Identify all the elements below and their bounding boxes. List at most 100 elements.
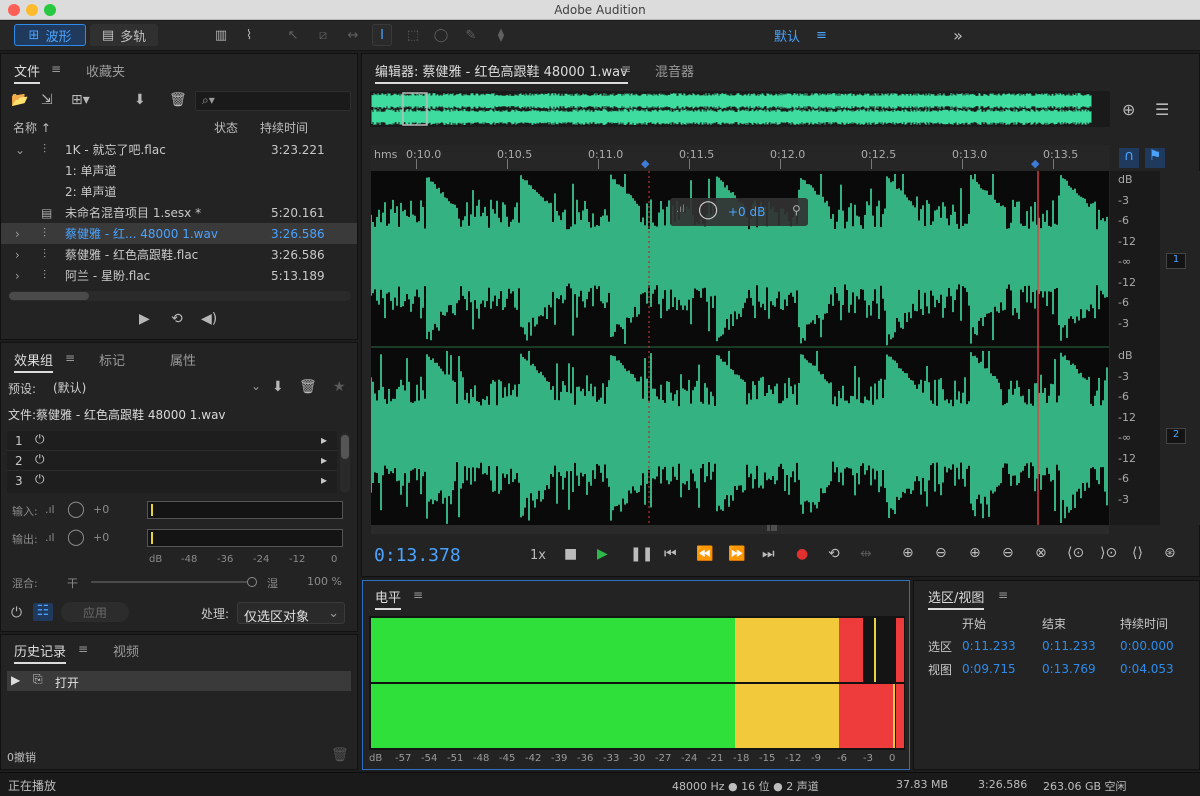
zoom-in-time-icon[interactable]: ⊕ xyxy=(969,545,981,561)
scroll-grip-icon[interactable]: ⦀⦀⦀ xyxy=(767,524,778,534)
power-icon[interactable]: ⏻ xyxy=(35,432,45,447)
playback-speed[interactable]: 1x xyxy=(530,548,546,563)
playhead-marker[interactable]: ◆ xyxy=(1031,157,1039,170)
zoom-out-full-icon[interactable]: ⊗ xyxy=(1035,545,1047,561)
zoom-to-in-point-icon[interactable]: ⟨⊙ xyxy=(1067,545,1084,561)
healing-tool-button[interactable]: ⧫ xyxy=(490,24,512,46)
power-icon[interactable]: ⏻ xyxy=(35,452,45,467)
panel-menu-icon[interactable]: ≡ xyxy=(51,63,61,75)
pin-icon[interactable]: ⚲ xyxy=(792,203,801,217)
tab-favorites[interactable]: 收藏夹 xyxy=(86,61,125,80)
channel-2-badge[interactable]: 2 xyxy=(1166,428,1186,444)
tab-properties[interactable]: 属性 xyxy=(170,350,196,369)
waveform-mode-button[interactable]: ⊞ 波形 xyxy=(14,24,86,46)
selection-end[interactable]: 0:11.233 xyxy=(1042,639,1096,653)
autoplay-icon[interactable]: ◀) xyxy=(201,311,217,327)
selection-start-marker[interactable]: ◆ xyxy=(641,157,649,170)
output-gain-knob[interactable]: ◯ xyxy=(67,527,85,546)
column-status[interactable]: 状态 xyxy=(214,119,238,136)
time-ruler[interactable]: hms 0:10.0 0:10.5 0:11.0 0:11.5 0:12.0 0:12.5… xyxy=(371,145,1109,171)
list-item-selected[interactable]: › ⫶ 蔡健雅 - 红... 48000 1.wav 3:26.586 xyxy=(1,223,357,244)
zoom-to-out-point-icon[interactable]: ⟩⊙ xyxy=(1100,545,1117,561)
trash-icon[interactable]: 🗑 xyxy=(331,747,349,763)
mix-slider[interactable] xyxy=(91,577,257,587)
panel-menu-icon[interactable]: ≡ xyxy=(621,63,631,75)
levels-title[interactable]: 电平 xyxy=(375,587,402,610)
panel-menu-icon[interactable]: ≡ xyxy=(998,589,1008,601)
slots-scrollbar[interactable] xyxy=(340,433,350,493)
search-input[interactable]: ⌕▾ xyxy=(195,91,351,111)
effect-slot[interactable]: 1 ⏻ ▸ xyxy=(7,431,337,451)
chevron-down-icon[interactable]: ⌄ xyxy=(15,143,25,157)
column-duration[interactable]: 持续时间 xyxy=(260,119,308,136)
tab-effects-rack[interactable]: 效果组 xyxy=(14,350,54,373)
zoom-out-amplitude-icon[interactable]: ⊖ xyxy=(935,545,947,561)
play-icon[interactable]: ▶ xyxy=(139,311,150,327)
favorite-star-icon[interactable]: ★ xyxy=(333,379,346,395)
list-item[interactable]: 2: 单声道 xyxy=(9,181,351,202)
insert-icon[interactable]: ⬇ xyxy=(134,92,146,108)
apply-button[interactable]: 应用 xyxy=(61,602,129,622)
panel-menu-icon[interactable]: ≡ xyxy=(413,589,423,601)
time-selection-tool-button[interactable]: I xyxy=(372,24,392,46)
open-file-icon[interactable]: 📂 xyxy=(11,92,28,108)
workspace-selector[interactable]: 默认 ≡ xyxy=(752,24,834,46)
import-icon[interactable]: ⇲ xyxy=(41,92,53,108)
display-options-icon[interactable]: ☰ xyxy=(1155,100,1169,119)
delete-preset-icon[interactable]: 🗑 xyxy=(299,379,317,395)
stop-icon[interactable]: ■ xyxy=(564,546,577,562)
multitrack-mode-button[interactable]: ▤ 多轨 xyxy=(90,24,158,46)
trash-icon[interactable]: 🗑 xyxy=(169,92,187,108)
selection-view-title[interactable]: 选区/视图 xyxy=(928,587,985,610)
slider-thumb[interactable] xyxy=(247,577,257,587)
chevron-right-icon[interactable]: › xyxy=(15,227,20,241)
view-start[interactable]: 0:09.715 xyxy=(962,662,1016,676)
razor-tool-button[interactable]: ⧄ xyxy=(312,24,334,46)
list-item[interactable]: › ⫶ 蔡健雅 - 红色高跟鞋.flac 3:26.586 xyxy=(9,244,351,265)
list-item[interactable]: 1: 单声道 xyxy=(9,160,351,181)
loop-icon[interactable]: ⟲ xyxy=(171,311,183,327)
chevron-right-icon[interactable]: › xyxy=(15,269,20,283)
new-file-icon[interactable]: ⊞▾ xyxy=(71,92,90,108)
rack-list-icon[interactable]: ☷ xyxy=(33,603,53,621)
view-end[interactable]: 0:13.769 xyxy=(1042,662,1096,676)
lasso-tool-button[interactable]: ◯ xyxy=(430,24,452,46)
snap-icon[interactable]: ∩ xyxy=(1119,148,1139,168)
tab-mixer[interactable]: 混音器 xyxy=(655,61,694,80)
tab-video[interactable]: 视频 xyxy=(113,641,139,660)
chevron-right-icon[interactable]: › xyxy=(15,248,20,262)
scrollbar-thumb[interactable] xyxy=(341,435,349,459)
panel-menu-icon[interactable]: ≡ xyxy=(65,352,75,364)
channel-1-badge[interactable]: 1 xyxy=(1166,253,1186,269)
preset-select[interactable]: (默认) ⌄ xyxy=(47,377,265,397)
brush-tool-button[interactable]: ✎ xyxy=(460,24,482,46)
move-tool-button[interactable]: ↖ xyxy=(282,24,304,46)
tab-files[interactable]: 文件 xyxy=(14,61,41,84)
save-preset-icon[interactable]: ⬇ xyxy=(272,379,284,395)
more-workspaces-button[interactable]: » xyxy=(944,24,972,46)
process-select[interactable]: 仅选区对象 ⌄ xyxy=(237,602,345,625)
effect-slot[interactable]: 2 ⏻ ▸ xyxy=(7,451,337,471)
spectral-display-button[interactable]: ▥ xyxy=(210,24,232,46)
tab-history[interactable]: 历史记录 xyxy=(14,641,67,664)
overview-waveform[interactable] xyxy=(370,91,1110,127)
list-item[interactable]: ▤ 未命名混音项目 1.sesx * 5:20.161 xyxy=(9,202,351,223)
list-item[interactable]: ⌄ ⫶ 1K - 就忘了吧.flac 3:23.221 xyxy=(9,139,351,160)
hud-gain-knob[interactable]: ◯ xyxy=(698,199,718,220)
panel-menu-icon[interactable]: ≡ xyxy=(78,643,88,655)
zoom-out-time-icon[interactable]: ⊖ xyxy=(1002,545,1014,561)
play-icon[interactable]: ▶ xyxy=(597,546,608,562)
skip-forward-icon[interactable]: ⏭ xyxy=(762,546,775,562)
list-item[interactable]: › ⫶ 阿兰 - 星盼.flac 5:13.189 xyxy=(9,265,351,286)
effect-slot[interactable]: 3 ⏻ ▸ xyxy=(7,471,337,491)
power-icon[interactable]: ⏻ xyxy=(35,472,45,487)
hud-gain[interactable]: .ıl ◯ +0 dB ⚲ xyxy=(670,198,808,226)
zoom-in-amplitude-icon[interactable]: ⊕ xyxy=(902,545,914,561)
horizontal-scrollbar[interactable]: ⦀⦀⦀ xyxy=(371,524,1109,534)
marker-pin-icon[interactable]: ⚑ xyxy=(1145,148,1165,168)
scrollbar-thumb[interactable] xyxy=(9,292,89,300)
slot-expand-icon[interactable]: ▸ xyxy=(321,473,327,487)
slot-expand-icon[interactable]: ▸ xyxy=(321,453,327,467)
fast-forward-icon[interactable]: ⏩ xyxy=(728,546,745,562)
skip-selection-icon[interactable]: ⇹ xyxy=(860,546,872,562)
